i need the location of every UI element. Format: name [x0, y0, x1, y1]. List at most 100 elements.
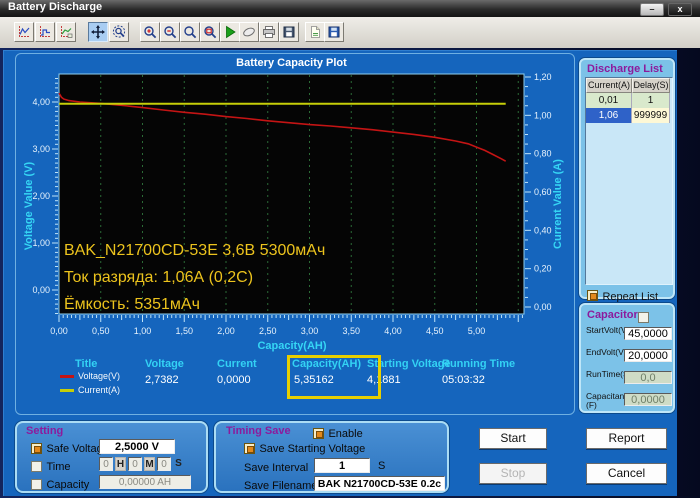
capacitor-field-row: StartVolt(V) — [585, 325, 673, 345]
minimize-button[interactable]: – — [640, 3, 664, 16]
erase-button[interactable] — [239, 22, 259, 42]
svg-text:2,00: 2,00 — [217, 326, 235, 336]
svg-text:2,50: 2,50 — [259, 326, 277, 336]
discharge-current-cell[interactable]: 0,01 — [586, 93, 632, 108]
print-button[interactable] — [259, 22, 279, 42]
y-right-axis: 1,20 1,00 0,80 0,60 0,40 0,20 0,00 Current Valu… — [525, 72, 564, 312]
discharge-row[interactable]: 0,01 1 — [586, 93, 672, 108]
svg-text:3,00: 3,00 — [301, 326, 319, 336]
stat-header-current: Current — [217, 358, 257, 370]
save-starting-voltage-checkbox[interactable] — [244, 443, 255, 455]
capacitor-field-input[interactable] — [624, 349, 672, 362]
pan-crosshair-button[interactable] — [88, 22, 108, 42]
y-right-axis-title: Current Value (A) — [552, 159, 564, 249]
toolbar — [0, 17, 700, 49]
export-report-icon — [311, 26, 320, 38]
erase-icon — [243, 27, 255, 37]
stop-button[interactable]: Stop — [479, 463, 547, 484]
zoom-out-icon — [164, 26, 177, 39]
play-button[interactable] — [220, 22, 240, 42]
zoom-out-button[interactable] — [160, 22, 180, 42]
column-header[interactable]: Current(A) — [586, 78, 632, 93]
x-axis: 0,00 0,50 1,00 1,50 2,00 2,50 3,00 3,50 4,00 4,50… — [50, 315, 523, 352]
pan-crosshair-icon — [91, 25, 105, 39]
y-left-axis: 4,00 3,00 2,00 1,00 0,00 Voltage Value (V) — [23, 78, 58, 314]
save-filename-input[interactable] — [314, 476, 445, 491]
hours-unit-label: H — [115, 457, 126, 471]
voltage-legend-swatch — [60, 375, 74, 378]
capacitor-enable-checkbox[interactable] — [638, 312, 649, 324]
safe-voltage-checkbox[interactable] — [31, 443, 42, 455]
annotation-line: Ёмкость: 5351мАч — [64, 295, 200, 313]
zoom-select-button[interactable] — [109, 22, 129, 42]
discharge-current-cell[interactable]: 1,06 — [586, 108, 632, 123]
discharge-delay-cell[interactable]: 999999 — [632, 108, 670, 123]
client-area: 0,00 0,50 1,00 1,50 2,00 2,50 3,00 3,50 4,00 4,50… — [3, 50, 677, 496]
time-hours-input[interactable] — [99, 457, 113, 471]
graph-style-3-button[interactable] — [56, 22, 76, 42]
capacitor-field-input[interactable] — [624, 327, 672, 340]
export-report-button[interactable] — [305, 22, 325, 42]
safe-voltage-input[interactable] — [99, 439, 175, 454]
report-button[interactable]: Report — [586, 428, 667, 449]
svg-text:1,20: 1,20 — [534, 72, 552, 82]
start-button[interactable]: Start — [479, 428, 547, 449]
time-minutes-input[interactable] — [128, 457, 142, 471]
zoom-select-icon — [112, 25, 126, 38]
close-button[interactable]: x — [668, 3, 692, 16]
setting-panel: Setting Safe Voltage Time H M S — [15, 421, 208, 493]
repeat-list-checkbox[interactable] — [587, 290, 598, 302]
zoom-box-button[interactable] — [200, 22, 220, 42]
capacity-input[interactable] — [99, 475, 191, 489]
discharge-list-header: Current(A) Delay(S) — [586, 78, 672, 93]
save-data-icon — [328, 26, 340, 38]
discharge-list-panel: Discharge List Current(A) Delay(S) 0,01 1 1,… — [579, 58, 675, 303]
time-seconds-input[interactable] — [157, 457, 171, 471]
stat-value-voltage: 2,7382 — [145, 374, 179, 386]
time-checkbox[interactable] — [31, 461, 42, 473]
stat-value-running-time: 05:03:32 — [442, 374, 485, 386]
capacitor-field-row: EndVolt(V) — [585, 347, 673, 367]
zoom-in-button[interactable] — [140, 22, 160, 42]
svg-text:3,00: 3,00 — [32, 144, 50, 154]
column-header[interactable]: Delay(S) — [632, 78, 670, 93]
discharge-delay-cell[interactable]: 1 — [632, 93, 670, 108]
capacitor-panel: Capacitor Enable StartVolt(V)EndVolt(V)R… — [579, 303, 675, 413]
save-interval-label: Save Interval — [244, 461, 309, 474]
title-bar: Battery Discharge – x — [0, 0, 700, 18]
graph-style-1-icon — [19, 26, 30, 37]
discharge-row[interactable]: 1,06 999999 — [586, 108, 672, 123]
save-button[interactable] — [279, 22, 299, 42]
stat-header-running-time: Running Time — [442, 358, 516, 370]
svg-text:4,00: 4,00 — [32, 97, 50, 107]
timing-save-panel: Timing Save Enable Save Starting Voltage… — [214, 421, 449, 493]
timing-save-enable-checkbox[interactable] — [313, 428, 324, 440]
save-interval-input[interactable] — [314, 458, 370, 473]
graph-style-1-button[interactable] — [14, 22, 34, 42]
x-axis-title: Capacity(AH) — [257, 340, 326, 352]
svg-text:4,00: 4,00 — [384, 326, 402, 336]
capacitor-field-input[interactable] — [624, 393, 672, 406]
svg-text:5,00: 5,00 — [468, 326, 486, 336]
minutes-unit-label: M — [144, 457, 155, 471]
save-filename-label: Save Filename — [244, 479, 318, 492]
repeat-list-option[interactable]: Repeat List — [587, 287, 658, 303]
graph-style-2-icon — [40, 26, 51, 37]
svg-text:0,80: 0,80 — [534, 149, 552, 159]
discharge-list-title: Discharge List — [587, 63, 663, 75]
zoom-normal-button[interactable] — [180, 22, 200, 42]
capacity-checkbox[interactable] — [31, 479, 42, 491]
svg-text:4,50: 4,50 — [426, 326, 444, 336]
discharge-list-table[interactable]: Current(A) Delay(S) 0,01 1 1,06 999999 — [585, 77, 673, 285]
svg-text:3,50: 3,50 — [342, 326, 360, 336]
cancel-button[interactable]: Cancel — [586, 463, 667, 484]
stat-value-current: 0,0000 — [217, 374, 251, 386]
save-starting-voltage-label: Save Starting Voltage — [259, 442, 366, 455]
y-left-axis-title: Voltage Value (V) — [23, 161, 35, 250]
graph-style-2-button[interactable] — [35, 22, 55, 42]
save-data-button[interactable] — [324, 22, 344, 42]
setting-title: Setting — [26, 425, 64, 437]
voltage-legend-label: Voltage(V) — [78, 371, 121, 381]
svg-text:0,50: 0,50 — [92, 326, 110, 336]
capacitor-field-input[interactable] — [624, 371, 672, 384]
